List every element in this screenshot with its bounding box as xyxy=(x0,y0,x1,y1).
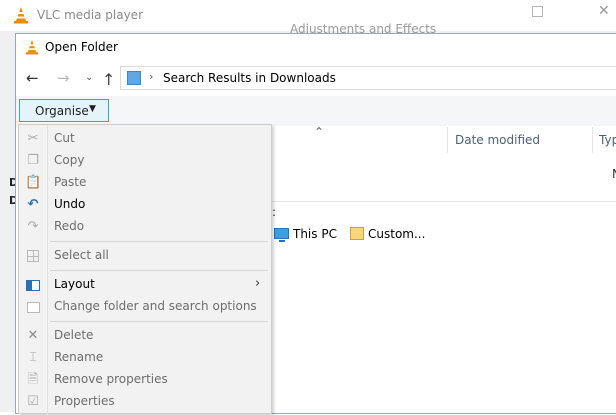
search-results-folder-icon xyxy=(127,71,141,85)
column-divider[interactable] xyxy=(447,127,448,153)
menu-item-select-all[interactable]: Select all xyxy=(19,245,271,267)
remove-properties-icon: 🗎 xyxy=(27,372,39,387)
menu-item-label: Undo xyxy=(54,197,86,211)
menu-item-label: Remove properties xyxy=(54,372,168,386)
computer-icon xyxy=(274,228,289,242)
menu-item-layout[interactable]: Layout › xyxy=(19,274,271,296)
organise-button[interactable]: Organise ▼ xyxy=(19,99,109,122)
vlc-cone-icon xyxy=(25,40,39,55)
close-icon[interactable]: ✕ xyxy=(598,3,610,19)
this-pc-label: This PC xyxy=(293,227,337,241)
layout-icon xyxy=(25,277,41,293)
breadcrumb-separator-icon[interactable]: › xyxy=(149,70,153,83)
menu-item-label: Paste xyxy=(54,175,87,189)
forward-arrow-icon[interactable]: → xyxy=(57,71,70,86)
copy-icon: ❐ xyxy=(27,153,39,168)
redo-icon: ↷ xyxy=(27,219,39,234)
back-arrow-icon[interactable]: ← xyxy=(26,71,39,86)
dialog-title: Open Folder xyxy=(45,40,118,54)
menu-item-remove-properties[interactable]: 🗎 Remove properties xyxy=(19,369,271,391)
menu-item-undo[interactable]: ↶ Undo xyxy=(19,194,271,216)
custom-label: Custom... xyxy=(368,227,426,241)
undo-icon: ↶ xyxy=(27,197,39,212)
organise-label: Organise xyxy=(35,104,89,118)
menu-item-copy[interactable]: ❐ Copy xyxy=(19,150,271,172)
vlc-window-title: VLC media player xyxy=(37,8,144,22)
menu-item-label: Layout xyxy=(54,277,95,291)
search-location-this-pc[interactable]: This PC xyxy=(274,227,337,242)
menu-separator xyxy=(50,241,268,242)
column-header-type[interactable]: Typ xyxy=(599,133,616,147)
vlc-cone-icon xyxy=(14,7,28,24)
column-divider[interactable] xyxy=(592,127,593,153)
delete-icon: ✕ xyxy=(27,328,39,343)
menu-item-cut[interactable]: ✂ Cut xyxy=(19,128,271,150)
folder-icon xyxy=(350,227,364,240)
column-header-date-modified[interactable]: Date modified xyxy=(455,133,540,147)
sort-ascending-icon: ⌃ xyxy=(314,125,325,139)
address-bar[interactable]: › Search Results in Downloads xyxy=(120,66,616,90)
paste-icon: 📋 xyxy=(25,175,42,190)
up-arrow-icon[interactable]: ↑ xyxy=(102,70,115,89)
menu-item-folder-options[interactable]: Change folder and search options xyxy=(19,296,271,318)
menu-separator xyxy=(50,270,268,271)
menu-item-label: Rename xyxy=(54,350,104,364)
select-all-icon xyxy=(25,248,41,264)
menu-item-label: Select all xyxy=(54,248,109,262)
dropdown-caret-icon: ▼ xyxy=(89,104,96,114)
result-text-partial: N xyxy=(612,167,616,181)
menu-item-delete[interactable]: ✕ Delete xyxy=(19,325,271,347)
menu-item-label: Change folder and search options xyxy=(54,299,257,313)
search-again-colon: : xyxy=(272,205,277,219)
menu-item-label: Delete xyxy=(54,328,94,342)
menu-item-paste[interactable]: 📋 Paste xyxy=(19,172,271,194)
rename-icon: ⌶ xyxy=(29,350,37,365)
scissors-icon: ✂ xyxy=(27,131,39,146)
menu-item-rename[interactable]: ⌶ Rename xyxy=(19,347,271,369)
submenu-arrow-icon: › xyxy=(255,276,261,291)
results-divider xyxy=(272,201,616,202)
breadcrumb-search-results[interactable]: Search Results in Downloads xyxy=(163,71,336,85)
recent-locations-chevron-icon[interactable]: ⌄ xyxy=(85,72,93,83)
menu-separator xyxy=(50,321,268,322)
menu-item-label: Cut xyxy=(54,131,75,145)
properties-icon: ☑ xyxy=(27,394,39,409)
search-location-custom[interactable]: Custom... xyxy=(350,227,425,241)
menu-item-label: Properties xyxy=(54,394,115,408)
maximize-button[interactable] xyxy=(532,6,543,17)
organise-menu: ✂ Cut ❐ Copy 📋 Paste ↶ Undo ↷ Redo Selec… xyxy=(18,124,272,415)
menu-item-label: Copy xyxy=(54,153,85,167)
menu-item-redo[interactable]: ↷ Redo xyxy=(19,216,271,238)
folder-options-icon xyxy=(25,299,41,315)
file-list-header: ⌃ Date modified Typ xyxy=(272,125,616,153)
menu-item-properties[interactable]: ☑ Properties xyxy=(19,391,271,413)
menu-item-label: Redo xyxy=(54,219,85,233)
